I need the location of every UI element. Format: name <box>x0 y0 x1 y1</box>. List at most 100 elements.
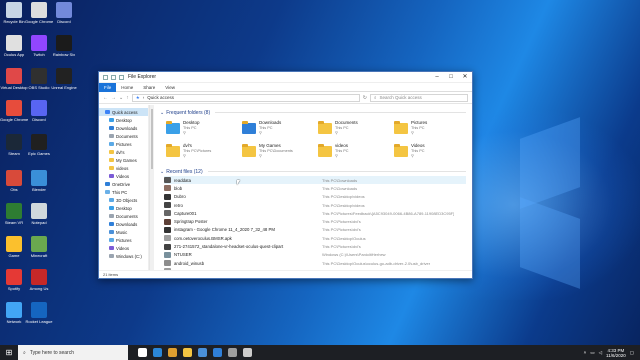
desktop-icon[interactable]: Blender <box>25 170 53 192</box>
clock[interactable]: 4:33 PM 11/6/2020 <box>606 348 626 358</box>
tab-home[interactable]: Home <box>116 85 138 90</box>
frequent-folder[interactable]: Documents This PC ⚲ <box>318 120 394 140</box>
nav-item[interactable]: OneDrive <box>99 180 148 188</box>
tab-view[interactable]: View <box>160 85 180 90</box>
nav-item[interactable]: My Games <box>99 156 148 164</box>
desktop-icon-label: Spotify <box>7 286 21 291</box>
minimize-button[interactable]: – <box>430 72 444 83</box>
desktop-icon[interactable]: Game <box>0 236 28 258</box>
frequent-folder[interactable]: Videos This PC ⚲ <box>394 143 470 163</box>
nav-item[interactable]: Documents <box>99 132 148 140</box>
desktop-icon-label: Obs <box>10 187 18 192</box>
steam-icon[interactable] <box>228 348 237 357</box>
chrome-icon[interactable] <box>168 348 177 357</box>
chevron-up-icon[interactable]: ˄ <box>584 350 587 355</box>
properties-icon[interactable] <box>111 74 116 80</box>
desktop-icon[interactable]: Network <box>0 302 28 324</box>
edge-icon[interactable] <box>153 348 162 357</box>
recent-file-row[interactable]: Dubro This PC\Desktop\videos <box>164 193 466 201</box>
nav-item[interactable]: Music <box>99 228 148 236</box>
nav-item[interactable]: Windows (C:) <box>99 252 148 260</box>
nav-item[interactable]: Desktop <box>99 116 148 124</box>
desktop-icon[interactable]: Twitch <box>25 35 53 57</box>
address-bar[interactable]: ★ › Quick access <box>131 93 360 102</box>
desktop-icon[interactable]: Minecraft <box>25 236 53 258</box>
taskbar-search[interactable]: ⌕ Type here to search <box>18 345 128 360</box>
desktop-icon[interactable]: Steam <box>0 134 28 156</box>
tab-share[interactable]: Share <box>138 85 160 90</box>
nav-item[interactable]: Videos <box>99 244 148 252</box>
recent-file-row[interactable]: blob This PC\Downloads <box>164 184 466 192</box>
nav-item[interactable]: Downloads <box>99 124 148 132</box>
recent-file-row[interactable]: readdata This PC\Downloads <box>164 176 466 185</box>
desktop-icon[interactable]: Obs <box>0 170 28 192</box>
task-view-icon[interactable] <box>138 348 147 357</box>
nav-item[interactable]: This PC <box>99 188 148 196</box>
recent-file-row[interactable]: retro This PC\Desktop\videos <box>164 201 466 209</box>
recent-files-header[interactable]: ⌄ Recent files (12) <box>160 167 466 176</box>
nav-item[interactable]: Downloads <box>99 220 148 228</box>
nav-item[interactable]: Documents <box>99 212 148 220</box>
desktop-icon[interactable]: Spotify <box>0 269 28 291</box>
store-icon[interactable] <box>198 348 207 357</box>
desktop-icon[interactable]: Virtual Desktop <box>0 68 28 90</box>
notifications-icon[interactable]: ▢ <box>630 350 634 356</box>
new-folder-icon[interactable] <box>119 74 124 80</box>
desktop-icon[interactable]: Oculus App <box>0 35 28 57</box>
nav-item[interactable]: Desktop <box>99 204 148 212</box>
frequent-folder[interactable]: dvl's This PC\Pictures ⚲ <box>166 143 242 163</box>
desktop-icon[interactable]: Notepad <box>25 203 53 225</box>
recent-locations-icon[interactable]: ⌄ <box>119 95 123 101</box>
frequent-folders-header[interactable]: ⌄ Frequent folders (8) <box>160 108 466 117</box>
frequent-folder[interactable]: Desktop This PC ⚲ <box>166 120 242 140</box>
recent-file-row[interactable]: instagram - Google Chrome 11_4_2020 7_32… <box>164 226 466 234</box>
desktop-icon[interactable]: Epic Games <box>25 134 53 156</box>
close-button[interactable]: ✕ <box>458 72 472 83</box>
frequent-folder[interactable]: Pictures This PC ⚲ <box>394 120 470 140</box>
search-input[interactable]: ⌕ Search Quick access <box>370 93 468 102</box>
desktop-icon[interactable]: Among Us <box>25 269 53 291</box>
nav-scrollbar-thumb[interactable] <box>151 109 153 169</box>
nav-item[interactable]: dvl's <box>99 148 148 156</box>
network-icon[interactable]: ▭ <box>590 350 594 356</box>
mail-icon[interactable] <box>213 348 222 357</box>
recent-file-row[interactable]: NTUSER Windows (C:)\Users\PaniolitHerhew <box>164 251 466 259</box>
recent-file-row[interactable]: 271-2741572_standalone-vr-headset-oculus… <box>164 242 466 250</box>
desktop-icon[interactable]: Rocket League <box>25 302 53 324</box>
recent-file-row[interactable]: Springtrap Poster This PC\Pictures\dvl's <box>164 217 466 225</box>
refresh-icon[interactable]: ↻ <box>363 95 367 101</box>
volume-icon[interactable]: ◁ <box>599 350 602 356</box>
nav-item[interactable]: Pictures <box>99 236 148 244</box>
desktop-icon[interactable]: Steam VR <box>0 203 28 225</box>
desktop-icon[interactable]: Google Chrome <box>0 100 28 122</box>
folder-icon[interactable] <box>103 74 108 80</box>
nav-item[interactable]: videos <box>99 164 148 172</box>
start-button[interactable]: ⊞ <box>0 345 18 360</box>
desktop-icon[interactable]: Unreal Engine <box>50 68 78 90</box>
clock-date: 11/6/2020 <box>606 352 626 358</box>
desktop-icon[interactable]: Google Chrome <box>25 2 53 24</box>
obs-icon[interactable] <box>243 348 252 357</box>
recent-file-row[interactable]: android_winusb This PC\Desktop\Oculus\ocu… <box>164 259 466 267</box>
explorer-icon[interactable] <box>183 348 192 357</box>
frequent-folder[interactable]: videos This PC ⚲ <box>318 143 394 163</box>
frequent-folder[interactable]: My Games This PC\Documents ⚲ <box>242 143 318 163</box>
desktop-icon[interactable]: Discord <box>25 100 53 122</box>
frequent-folder[interactable]: Downloads This PC ⚲ <box>242 120 318 140</box>
quick-access-toolbar <box>103 74 124 80</box>
desktop-icon[interactable]: Rainbow Six <box>50 35 78 57</box>
desktop-icon[interactable]: Discord <box>50 2 78 24</box>
nav-item[interactable]: 3D Objects <box>99 196 148 204</box>
back-arrow-icon[interactable]: ← <box>103 95 108 101</box>
nav-item[interactable]: Quick access <box>99 108 148 116</box>
nav-item[interactable]: Pictures <box>99 140 148 148</box>
recent-file-row[interactable]: com.oetoveroculus.BMSR.apk This PC\Deskto… <box>164 234 466 242</box>
desktop-icon[interactable]: OBS Studio <box>25 68 53 90</box>
nav-item[interactable]: Videos <box>99 172 148 180</box>
forward-arrow-icon[interactable]: → <box>111 95 116 101</box>
maximize-button[interactable]: □ <box>444 72 458 83</box>
desktop-icon[interactable]: Recycle Bin <box>0 2 28 24</box>
recent-file-row[interactable]: Capture001 This PC\Pictures\Feedback\{A5C… <box>164 209 466 217</box>
up-arrow-icon[interactable]: ↑ <box>126 95 129 101</box>
tab-file[interactable]: File <box>99 82 117 92</box>
